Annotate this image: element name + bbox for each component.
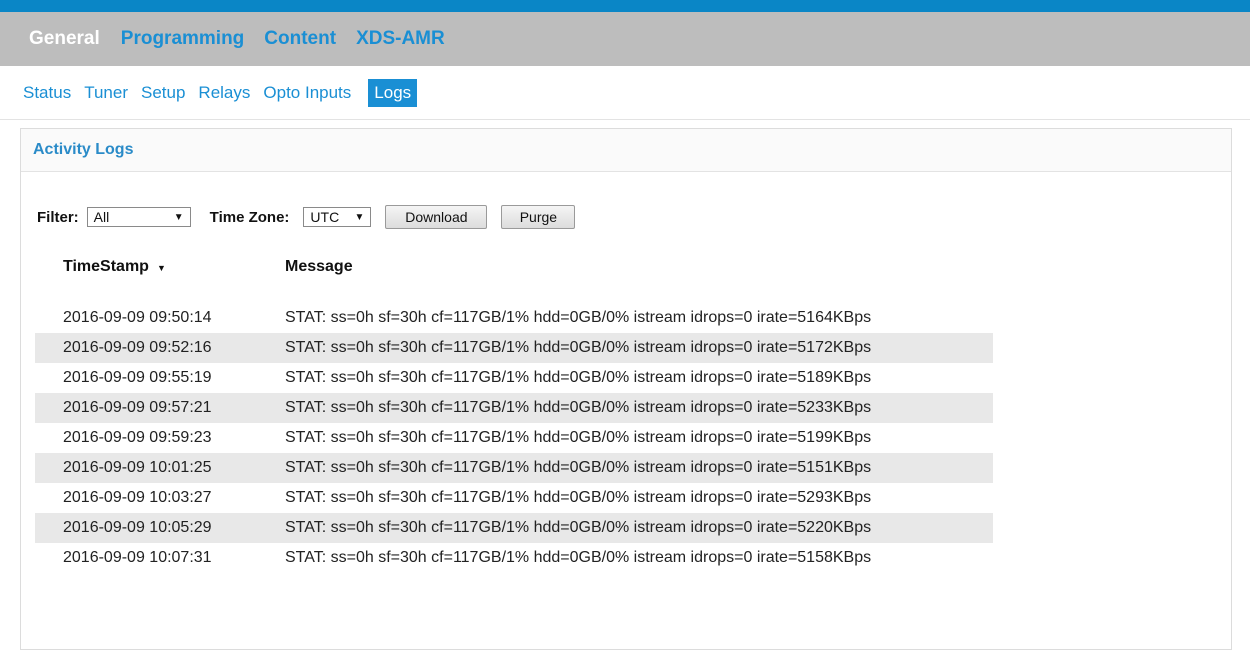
table-row: 2016-09-09 09:52:16 STAT: ss=0h sf=30h c… [35,333,993,363]
row-timestamp: 2016-09-09 10:03:27 [63,489,212,506]
log-table: TimeStamp ▼ Message 2016-09-09 09:50:14 S… [35,249,993,573]
timestamp-column-header[interactable]: TimeStamp ▼ [35,258,285,276]
activity-logs-panel: Activity Logs Filter: All ▼ Time Zone: U… [20,128,1232,650]
row-message: STAT: ss=0h sf=30h cf=117GB/1% hdd=0GB/0… [285,369,872,386]
nav-programming[interactable]: Programming [121,28,245,50]
table-row: 2016-09-09 09:57:21 STAT: ss=0h sf=30h c… [35,393,993,423]
table-row: 2016-09-09 10:07:31 STAT: ss=0h sf=30h c… [35,543,993,573]
panel-title: Activity Logs [33,141,134,158]
download-button[interactable]: Download [385,205,488,229]
row-message: STAT: ss=0h sf=30h cf=117GB/1% hdd=0GB/0… [285,399,872,416]
main-nav: General Programming Content XDS-AMR [0,12,1250,66]
tab-relays[interactable]: Relays [198,83,250,103]
row-timestamp: 2016-09-09 09:57:21 [63,399,212,416]
row-timestamp: 2016-09-09 09:55:19 [63,369,212,386]
row-message: STAT: ss=0h sf=30h cf=117GB/1% hdd=0GB/0… [285,339,872,356]
filter-select-value: All [93,209,110,225]
sub-nav: Status Tuner Setup Relays Opto Inputs Lo… [0,66,1250,120]
row-timestamp: 2016-09-09 09:50:14 [63,309,212,326]
table-row: 2016-09-09 10:03:27 STAT: ss=0h sf=30h c… [35,483,993,513]
row-message: STAT: ss=0h sf=30h cf=117GB/1% hdd=0GB/0… [285,489,872,506]
tab-status[interactable]: Status [23,83,71,103]
row-timestamp: 2016-09-09 10:01:25 [63,459,212,476]
row-timestamp: 2016-09-09 09:52:16 [63,339,212,356]
table-row: 2016-09-09 10:01:25 STAT: ss=0h sf=30h c… [35,453,993,483]
message-column-header: Message [285,258,353,275]
top-accent-strip [0,0,1250,12]
panel-header: Activity Logs [21,129,1231,172]
purge-button[interactable]: Purge [501,205,576,229]
row-message: STAT: ss=0h sf=30h cf=117GB/1% hdd=0GB/0… [285,519,872,536]
filter-label: Filter: [37,208,79,226]
tab-logs[interactable]: Logs [368,78,418,107]
dropdown-arrow-icon: ▼ [354,211,365,223]
filter-select[interactable]: All ▼ [86,207,191,227]
row-timestamp: 2016-09-09 10:05:29 [63,519,212,536]
table-header: TimeStamp ▼ Message [35,249,993,285]
sort-desc-icon: ▼ [156,263,166,273]
dropdown-arrow-icon: ▼ [173,211,184,223]
row-message: STAT: ss=0h sf=30h cf=117GB/1% hdd=0GB/0… [285,429,872,446]
tab-opto-inputs[interactable]: Opto Inputs [263,83,351,103]
log-rows: 2016-09-09 09:50:14 STAT: ss=0h sf=30h c… [35,303,993,573]
table-row: 2016-09-09 09:50:14 STAT: ss=0h sf=30h c… [35,303,993,333]
tab-tuner[interactable]: Tuner [84,83,128,103]
nav-content[interactable]: Content [264,28,336,50]
table-row: 2016-09-09 10:05:29 STAT: ss=0h sf=30h c… [35,513,993,543]
timezone-select[interactable]: UTC ▼ [303,207,372,227]
log-controls: Filter: All ▼ Time Zone: UTC ▼ Download … [37,205,576,229]
nav-general[interactable]: General [29,28,100,50]
table-row: 2016-09-09 09:55:19 STAT: ss=0h sf=30h c… [35,363,993,393]
nav-xds-amr[interactable]: XDS-AMR [356,28,445,50]
row-message: STAT: ss=0h sf=30h cf=117GB/1% hdd=0GB/0… [285,549,872,566]
row-message: STAT: ss=0h sf=30h cf=117GB/1% hdd=0GB/0… [285,459,872,476]
row-timestamp: 2016-09-09 10:07:31 [63,549,212,566]
row-timestamp: 2016-09-09 09:59:23 [63,429,212,446]
timestamp-header-label: TimeStamp [63,258,149,275]
row-message: STAT: ss=0h sf=30h cf=117GB/1% hdd=0GB/0… [285,309,872,326]
timezone-label: Time Zone: [209,208,290,226]
tab-setup[interactable]: Setup [141,83,185,103]
timezone-select-value: UTC [310,209,340,225]
table-row: 2016-09-09 09:59:23 STAT: ss=0h sf=30h c… [35,423,993,453]
